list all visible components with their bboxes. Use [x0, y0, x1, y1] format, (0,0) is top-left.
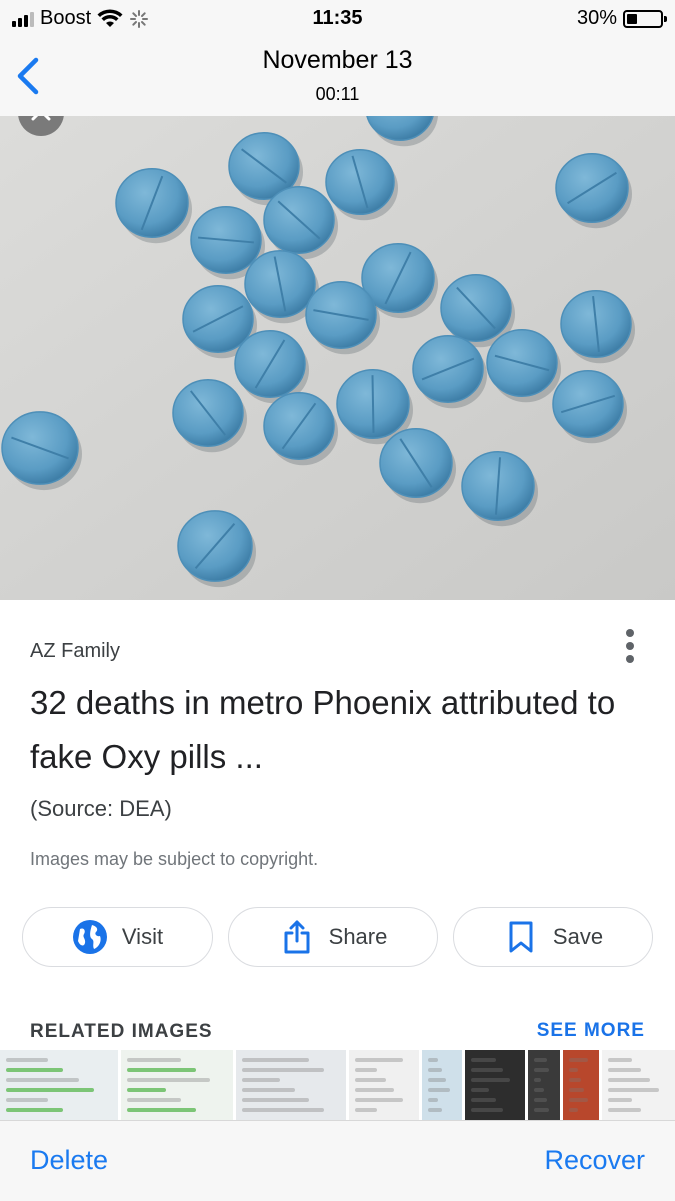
result-image[interactable]: [0, 116, 675, 600]
share-icon: [279, 919, 315, 955]
copyright-notice: Images may be subject to copyright.: [30, 849, 319, 869]
source-site[interactable]: AZ Family: [30, 640, 120, 663]
related-image-thumbnail[interactable]: [349, 1050, 419, 1120]
image-caption: (Source: DEA): [30, 796, 172, 821]
pill-score-line: [371, 375, 375, 433]
share-label: Share: [328, 924, 388, 949]
delete-button[interactable]: Delete: [30, 1145, 108, 1176]
related-images-strip[interactable]: [0, 1050, 675, 1120]
see-more-link[interactable]: SEE MORE: [537, 1020, 645, 1042]
recover-button[interactable]: Recover: [544, 1145, 645, 1176]
visit-button[interactable]: Visit: [22, 907, 213, 967]
navigation-bar: November 13 00:11: [0, 38, 675, 117]
globe-icon: [72, 919, 108, 955]
clock: 11:35: [312, 7, 363, 29]
status-right: 30%: [576, 7, 667, 30]
related-image-thumbnail[interactable]: [465, 1050, 525, 1120]
visit-label: Visit: [121, 924, 164, 949]
related-image-thumbnail[interactable]: [528, 1050, 560, 1120]
nav-title: November 13: [262, 46, 413, 74]
related-image-thumbnail[interactable]: [602, 1050, 675, 1120]
share-button[interactable]: Share: [228, 907, 438, 967]
battery-percent: 30%: [576, 7, 617, 29]
related-image-thumbnail[interactable]: [121, 1050, 233, 1120]
bottom-toolbar: Delete Recover: [0, 1120, 675, 1201]
save-label: Save: [552, 924, 604, 949]
save-button[interactable]: Save: [453, 907, 653, 967]
pills-photo: [0, 116, 675, 600]
battery-icon: [623, 9, 667, 28]
nav-subtitle: 00:11: [315, 84, 360, 104]
related-image-thumbnail[interactable]: [422, 1050, 462, 1120]
related-image-thumbnail[interactable]: [563, 1050, 599, 1120]
status-bar: Boost 11:35 30%: [0, 0, 675, 38]
related-images-heading: RELATED IMAGES: [30, 1021, 213, 1042]
close-overlay-icon[interactable]: [18, 116, 64, 136]
related-image-thumbnail[interactable]: [236, 1050, 346, 1120]
more-options-icon[interactable]: [615, 626, 645, 666]
related-image-thumbnail[interactable]: [0, 1050, 118, 1120]
result-headline[interactable]: 32 deaths in metro Phoenix attributed to…: [30, 676, 630, 784]
bookmark-icon: [503, 919, 539, 955]
